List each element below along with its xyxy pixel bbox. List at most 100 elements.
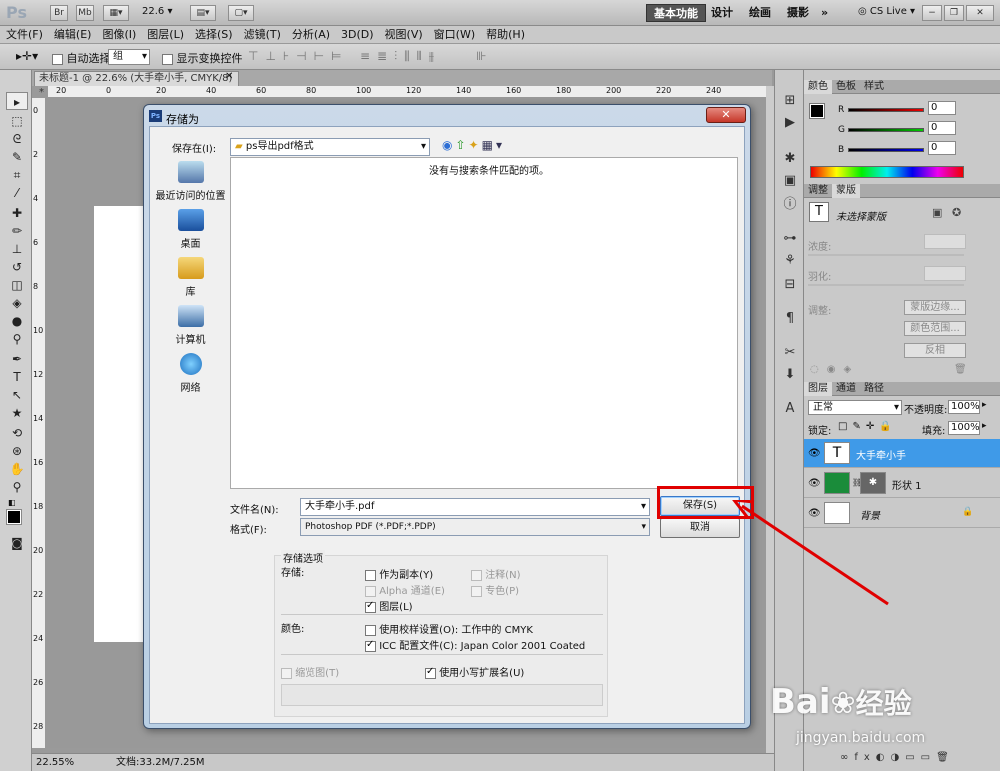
move-tool-icon[interactable]: ▸ [6, 92, 28, 110]
menu-layer[interactable]: 图层(L) [147, 26, 184, 44]
up-folder-icon[interactable]: ⇧ [455, 138, 468, 152]
feather-field[interactable] [924, 266, 966, 281]
tool-presets-icon[interactable]: ⊟ [780, 276, 800, 294]
eraser-tool-icon[interactable]: ◫ [6, 276, 28, 294]
color-spectrum-bar[interactable] [810, 166, 964, 178]
auto-align-button[interactable]: ⊪ [476, 49, 486, 63]
hand-tool-icon[interactable]: ✋ [6, 460, 28, 478]
menu-filter[interactable]: 滤镜(T) [244, 26, 281, 44]
menu-select[interactable]: 选择(S) [195, 26, 233, 44]
layer-row-text[interactable]: 👁 T 大手牵小手 [804, 439, 1000, 468]
tab-swatches[interactable]: 色板 [832, 80, 860, 94]
quick-mask-icon[interactable]: ◙ [6, 534, 28, 552]
g-slider[interactable] [848, 128, 924, 132]
clone-source-icon[interactable]: ⚘ [780, 252, 800, 270]
character-icon[interactable]: A [780, 400, 800, 418]
type-tool-icon[interactable]: T [6, 368, 28, 386]
move-tool-preset-icon[interactable]: ▸✛▾ [16, 49, 38, 63]
distribute-buttons[interactable]: ≡≣⫶⫼⫴⫵ [360, 49, 441, 64]
density-field[interactable] [924, 234, 966, 249]
menu-3d[interactable]: 3D(D) [341, 26, 374, 44]
tab-color[interactable]: 颜色 [804, 80, 832, 94]
g-value[interactable]: 0 [928, 121, 956, 135]
color-foreground-swatch[interactable] [809, 103, 825, 119]
actions-icon[interactable]: ▶ [780, 114, 800, 132]
spot-checkbox[interactable] [471, 585, 482, 597]
auto-select-option[interactable]: 自动选择: [52, 50, 114, 66]
view-extras-button[interactable]: ▦▾ [103, 5, 129, 21]
back-icon[interactable]: ◉ [442, 138, 455, 152]
menu-file[interactable]: 文件(F) [6, 26, 43, 44]
tab-adjustments[interactable]: 调整 [804, 184, 832, 198]
foreground-color-swatch[interactable] [6, 509, 22, 525]
lowercase-option[interactable]: 使用小写扩展名(U) [425, 664, 524, 679]
app-close-button[interactable]: ✕ [966, 5, 994, 21]
menu-analysis[interactable]: 分析(A) [292, 26, 330, 44]
invert-button[interactable]: 反相 [904, 343, 966, 358]
place-network[interactable]: 网络 [153, 353, 228, 394]
opacity-arrow-icon[interactable]: ▸ [982, 400, 987, 410]
histogram-icon[interactable]: ⊞ [780, 92, 800, 110]
layer-visibility-eye-icon[interactable]: 👁 [808, 478, 821, 489]
save-in-dropdown[interactable]: ▰ ps导出pdf格式 ▾ [230, 138, 430, 156]
align-buttons[interactable]: ⊤⊥⊦⊣⊢⊨ [248, 49, 349, 63]
cs-live-button[interactable]: ◎ CS Live ▾ [858, 6, 915, 17]
marquee-tool-icon[interactable]: ⬚ [6, 112, 28, 130]
auto-select-checkbox[interactable] [52, 53, 63, 65]
3d-orbit-tool-icon[interactable]: ⊛ [6, 442, 28, 460]
fill-value[interactable]: 100% [948, 421, 980, 435]
workspace-photography[interactable]: 摄影 [780, 4, 816, 22]
dialog-close-button[interactable]: ✕ [706, 107, 746, 123]
file-list[interactable]: 没有与搜索条件匹配的项。 [230, 157, 738, 489]
place-recent[interactable]: 最近访问的位置 [153, 161, 228, 202]
tools-3d-icon[interactable]: ✂ [780, 344, 800, 362]
screen-mode-button[interactable]: ▢▾ [228, 5, 254, 21]
alpha-option[interactable]: Alpha 通道(E) [365, 582, 445, 597]
clone-stamp-tool-icon[interactable]: ⊥ [6, 240, 28, 258]
show-transform-checkbox[interactable] [162, 53, 173, 65]
show-transform-option[interactable]: 显示变换控件 [162, 50, 243, 66]
shape-tool-icon[interactable]: ★ [6, 404, 28, 422]
as-copy-checkbox[interactable] [365, 569, 376, 581]
blur-tool-icon[interactable]: ● [6, 312, 28, 330]
format-dropdown[interactable]: Photoshop PDF (*.PDF;*.PDP) ▾ [300, 518, 650, 536]
quick-select-tool-icon[interactable]: ✎ [6, 148, 28, 166]
dodge-tool-icon[interactable]: ⚲ [6, 330, 28, 348]
close-tab-icon[interactable]: ✕ [225, 71, 233, 82]
minimize-button[interactable]: − [922, 5, 942, 21]
more-workspaces-button[interactable]: » [814, 4, 835, 22]
fill-arrow-icon[interactable]: ▸ [982, 421, 987, 431]
3d-rotate-tool-icon[interactable]: ⟲ [6, 424, 28, 442]
r-slider[interactable] [848, 108, 924, 112]
workspace-painting[interactable]: 绘画 [742, 4, 778, 22]
b-slider[interactable] [848, 148, 924, 152]
menu-image[interactable]: 图像(I) [102, 26, 136, 44]
brushes-icon[interactable]: ⊶ [780, 230, 800, 248]
eyedropper-tool-icon[interactable]: ⁄ [6, 184, 28, 202]
place-computer[interactable]: 计算机 [153, 305, 228, 346]
paint-bucket-tool-icon[interactable]: ◈ [6, 294, 28, 312]
lasso-tool-icon[interactable]: ᘓ [6, 130, 28, 148]
feather-slider[interactable] [808, 284, 964, 286]
tab-styles[interactable]: 样式 [860, 80, 888, 94]
crop-tool-icon[interactable]: ⌗ [6, 166, 28, 184]
workspace-essentials[interactable]: 基本功能 [646, 4, 706, 22]
workspace-design[interactable]: 设计 [704, 4, 740, 22]
bridge-button[interactable]: Br [50, 5, 68, 21]
layer-row-shape[interactable]: 👁 ⛓ ✱ 形状 1 [804, 469, 1000, 498]
pen-tool-icon[interactable]: ✒ [6, 350, 28, 368]
spot-option[interactable]: 专色(P) [471, 582, 519, 597]
icc-checkbox[interactable] [365, 639, 376, 652]
annotations-checkbox[interactable] [471, 569, 482, 581]
brush-tool-icon[interactable]: ✏ [6, 222, 28, 240]
b-value[interactable]: 0 [928, 141, 956, 155]
menu-window[interactable]: 窗口(W) [434, 26, 475, 44]
view-menu-icon[interactable]: ▦▾ [482, 138, 505, 152]
place-desktop[interactable]: 桌面 [153, 209, 228, 250]
thumbnail-option[interactable]: 缩览图(T) [281, 664, 339, 679]
pixel-mask-icon[interactable]: ▣ [932, 206, 942, 219]
lowercase-checkbox[interactable] [425, 666, 436, 679]
tab-channels[interactable]: 通道 [832, 382, 860, 396]
use-proof-checkbox[interactable] [365, 624, 376, 636]
layers-option[interactable]: 图层(L) [365, 598, 413, 613]
